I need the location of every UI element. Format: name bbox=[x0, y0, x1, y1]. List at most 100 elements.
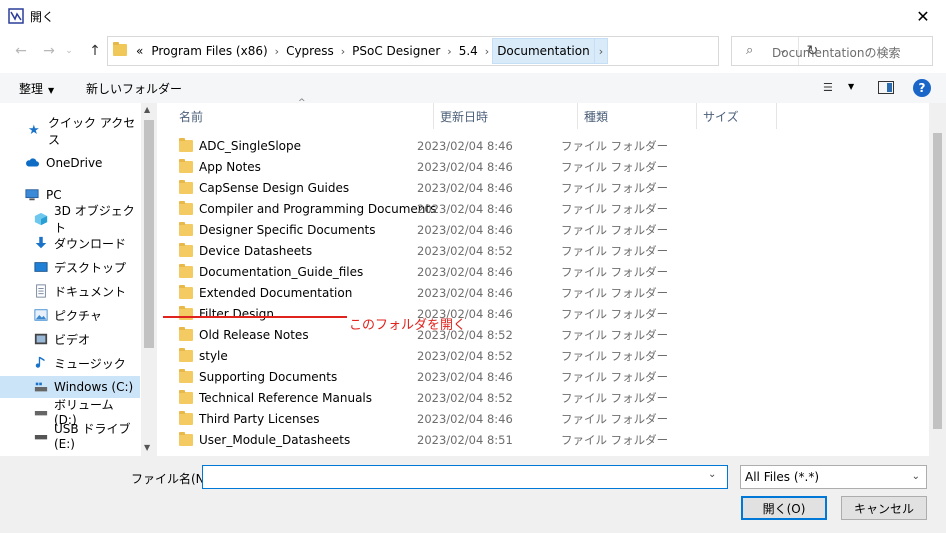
view-options-icon[interactable]: ☰ bbox=[823, 81, 839, 94]
folder-icon bbox=[179, 326, 193, 341]
pc-icon bbox=[25, 189, 39, 201]
chevron-down-icon: ⌄ bbox=[65, 46, 73, 56]
list-item[interactable]: CapSense Design Guides 2023/02/04 8:46 ファイ… bbox=[179, 177, 699, 198]
preview-pane-icon[interactable] bbox=[878, 81, 894, 94]
list-item[interactable]: User_Module_Datasheets 2023/02/04 8:51 ファイ… bbox=[179, 429, 699, 450]
sidebar-item-documents[interactable]: ドキュメント bbox=[0, 280, 140, 302]
breadcrumb-overflow[interactable]: « bbox=[132, 44, 147, 58]
folder-icon bbox=[179, 179, 193, 194]
organize-menu[interactable]: 整理 ▼ bbox=[19, 80, 54, 97]
file-name: Device Datasheets bbox=[199, 243, 313, 258]
scroll-down-icon[interactable]: ▼ bbox=[144, 443, 150, 452]
column-type[interactable]: 種類 bbox=[578, 103, 697, 129]
title-bar: 開く ✕ bbox=[0, 0, 946, 32]
list-item[interactable]: style 2023/02/04 8:52 ファイル フォルダー bbox=[179, 345, 699, 366]
file-list-scrollbar-thumb[interactable] bbox=[933, 133, 942, 429]
sidebar-item-onedrive[interactable]: OneDrive bbox=[0, 152, 140, 174]
list-item[interactable]: Extended Documentation 2023/02/04 8:46 ファイ… bbox=[179, 282, 699, 303]
file-name: CapSense Design Guides bbox=[199, 180, 350, 195]
star-icon: ★ bbox=[28, 123, 40, 138]
cancel-button[interactable]: キャンセル bbox=[841, 496, 927, 520]
up-button[interactable]: ↑ bbox=[84, 40, 106, 62]
breadcrumb-separator-icon[interactable]: › bbox=[482, 45, 492, 58]
list-item[interactable]: Technical Reference Manuals 2023/02/04 8:… bbox=[179, 387, 699, 408]
download-icon bbox=[35, 236, 47, 249]
scroll-up-icon[interactable]: ▲ bbox=[144, 105, 150, 114]
file-date: 2023/02/04 8:46 bbox=[417, 264, 513, 279]
breadcrumb-separator-icon[interactable]: › bbox=[272, 45, 282, 58]
folder-icon bbox=[113, 42, 127, 56]
file-type-select[interactable]: All Files (*.*) ⌄ bbox=[740, 465, 927, 489]
list-item[interactable]: Designer Specific Documents 2023/02/04 8:… bbox=[179, 219, 699, 240]
filename-input[interactable] bbox=[202, 465, 728, 489]
breadcrumb-psoc-designer[interactable]: PSoC Designer bbox=[348, 44, 444, 58]
column-header: ^ 名前 更新日時 種類 サイズ bbox=[157, 98, 929, 129]
sidebar-item-quick-access[interactable]: ★ クイック アクセス bbox=[0, 116, 140, 147]
cloud-icon bbox=[26, 158, 39, 167]
sidebar-item-music[interactable]: ミュージック bbox=[0, 352, 140, 374]
sidebar-item-usb-drive-e[interactable]: USB ドライブ (E:) bbox=[0, 422, 140, 451]
column-name[interactable]: 名前 bbox=[173, 103, 434, 129]
list-item[interactable]: Device Datasheets 2023/02/04 8:52 ファイル フォル… bbox=[179, 240, 699, 261]
caret-down-icon[interactable]: ▼ bbox=[848, 82, 854, 91]
recent-locations-button[interactable]: ⌄ bbox=[62, 40, 76, 62]
help-icon[interactable]: ? bbox=[913, 79, 931, 97]
sidebar-item-label: ピクチャ bbox=[54, 308, 102, 323]
sidebar-item-label: OneDrive bbox=[46, 156, 103, 170]
breadcrumb-cypress[interactable]: Cypress bbox=[282, 44, 338, 58]
breadcrumb: « Program Files (x86) › Cypress › PSoC D… bbox=[132, 37, 609, 65]
folder-icon bbox=[179, 200, 193, 215]
forward-button[interactable]: → bbox=[38, 40, 60, 62]
breadcrumb-separator-icon[interactable]: › bbox=[594, 38, 609, 64]
address-bar[interactable]: « Program Files (x86) › Cypress › PSoC D… bbox=[107, 36, 818, 66]
sidebar-scrollbar-thumb[interactable] bbox=[144, 120, 154, 348]
sidebar-item-label: 3D オブジェクト bbox=[54, 204, 135, 235]
drive-icon bbox=[34, 382, 48, 392]
sidebar-item-label: Windows (C:) bbox=[54, 380, 134, 394]
sidebar-item-videos[interactable]: ビデオ bbox=[0, 328, 140, 350]
file-date: 2023/02/04 8:46 bbox=[417, 369, 513, 384]
sidebar-item-downloads[interactable]: ダウンロード bbox=[0, 232, 140, 254]
chevron-down-icon[interactable]: ⌄ bbox=[708, 469, 716, 480]
search-placeholder: Documentationの検索 bbox=[772, 46, 901, 60]
list-item[interactable]: App Notes 2023/02/04 8:46 ファイル フォルダー bbox=[179, 156, 699, 177]
organize-label: 整理 bbox=[19, 82, 44, 96]
caret-down-icon: ▼ bbox=[48, 86, 55, 95]
list-item[interactable]: Third Party Licenses 2023/02/04 8:46 ファイル … bbox=[179, 408, 699, 429]
sidebar-scrollbar[interactable]: ▲ ▼ bbox=[141, 103, 157, 456]
file-date: 2023/02/04 8:46 bbox=[417, 285, 513, 300]
music-icon bbox=[35, 356, 45, 368]
file-name: Extended Documentation bbox=[199, 285, 353, 300]
breadcrumb-separator-icon[interactable]: › bbox=[444, 45, 454, 58]
close-button[interactable]: ✕ bbox=[900, 0, 946, 32]
breadcrumb-separator-icon[interactable]: › bbox=[338, 45, 348, 58]
file-type: ファイル フォルダー bbox=[561, 411, 669, 426]
sidebar-item-pictures[interactable]: ピクチャ bbox=[0, 304, 140, 326]
sidebar-item-desktop[interactable]: デスクトップ bbox=[0, 256, 140, 278]
column-date-modified[interactable]: 更新日時 bbox=[434, 103, 578, 129]
new-folder-button[interactable]: 新しいフォルダー bbox=[86, 80, 182, 97]
list-item[interactable]: Supporting Documents 2023/02/04 8:46 ファイル … bbox=[179, 366, 699, 387]
file-date: 2023/02/04 8:52 bbox=[417, 390, 513, 405]
search-input[interactable]: ⌕ Documentationの検索 bbox=[731, 36, 933, 66]
file-type: ファイル フォルダー bbox=[561, 243, 669, 258]
file-date: 2023/02/04 8:46 bbox=[417, 138, 513, 153]
folder-icon bbox=[179, 410, 193, 425]
list-item[interactable]: Documentation_Guide_files 2023/02/04 8:46… bbox=[179, 261, 699, 282]
back-button[interactable]: ← bbox=[10, 40, 32, 62]
cube-icon bbox=[34, 212, 48, 226]
column-size[interactable]: サイズ bbox=[697, 103, 777, 129]
file-list-scrollbar[interactable] bbox=[929, 103, 946, 456]
file-type: ファイル フォルダー bbox=[561, 159, 669, 174]
sidebar-item-3d-objects[interactable]: 3D オブジェクト bbox=[0, 204, 140, 235]
annotation-underline bbox=[163, 316, 347, 318]
list-item[interactable]: ADC_SingleSlope 2023/02/04 8:46 ファイル フォルダー bbox=[179, 135, 699, 156]
list-item[interactable]: Compiler and Programming Documents 2023/0… bbox=[179, 198, 699, 219]
open-button[interactable]: 開く(O) bbox=[741, 496, 827, 520]
file-name: Designer Specific Documents bbox=[199, 222, 376, 237]
breadcrumb-version[interactable]: 5.4 bbox=[455, 44, 482, 58]
file-type: ファイル フォルダー bbox=[561, 390, 669, 405]
sidebar-item-label: デスクトップ bbox=[54, 260, 127, 275]
breadcrumb-program-files[interactable]: Program Files (x86) bbox=[147, 44, 271, 58]
breadcrumb-documentation[interactable]: Documentation bbox=[492, 38, 595, 64]
